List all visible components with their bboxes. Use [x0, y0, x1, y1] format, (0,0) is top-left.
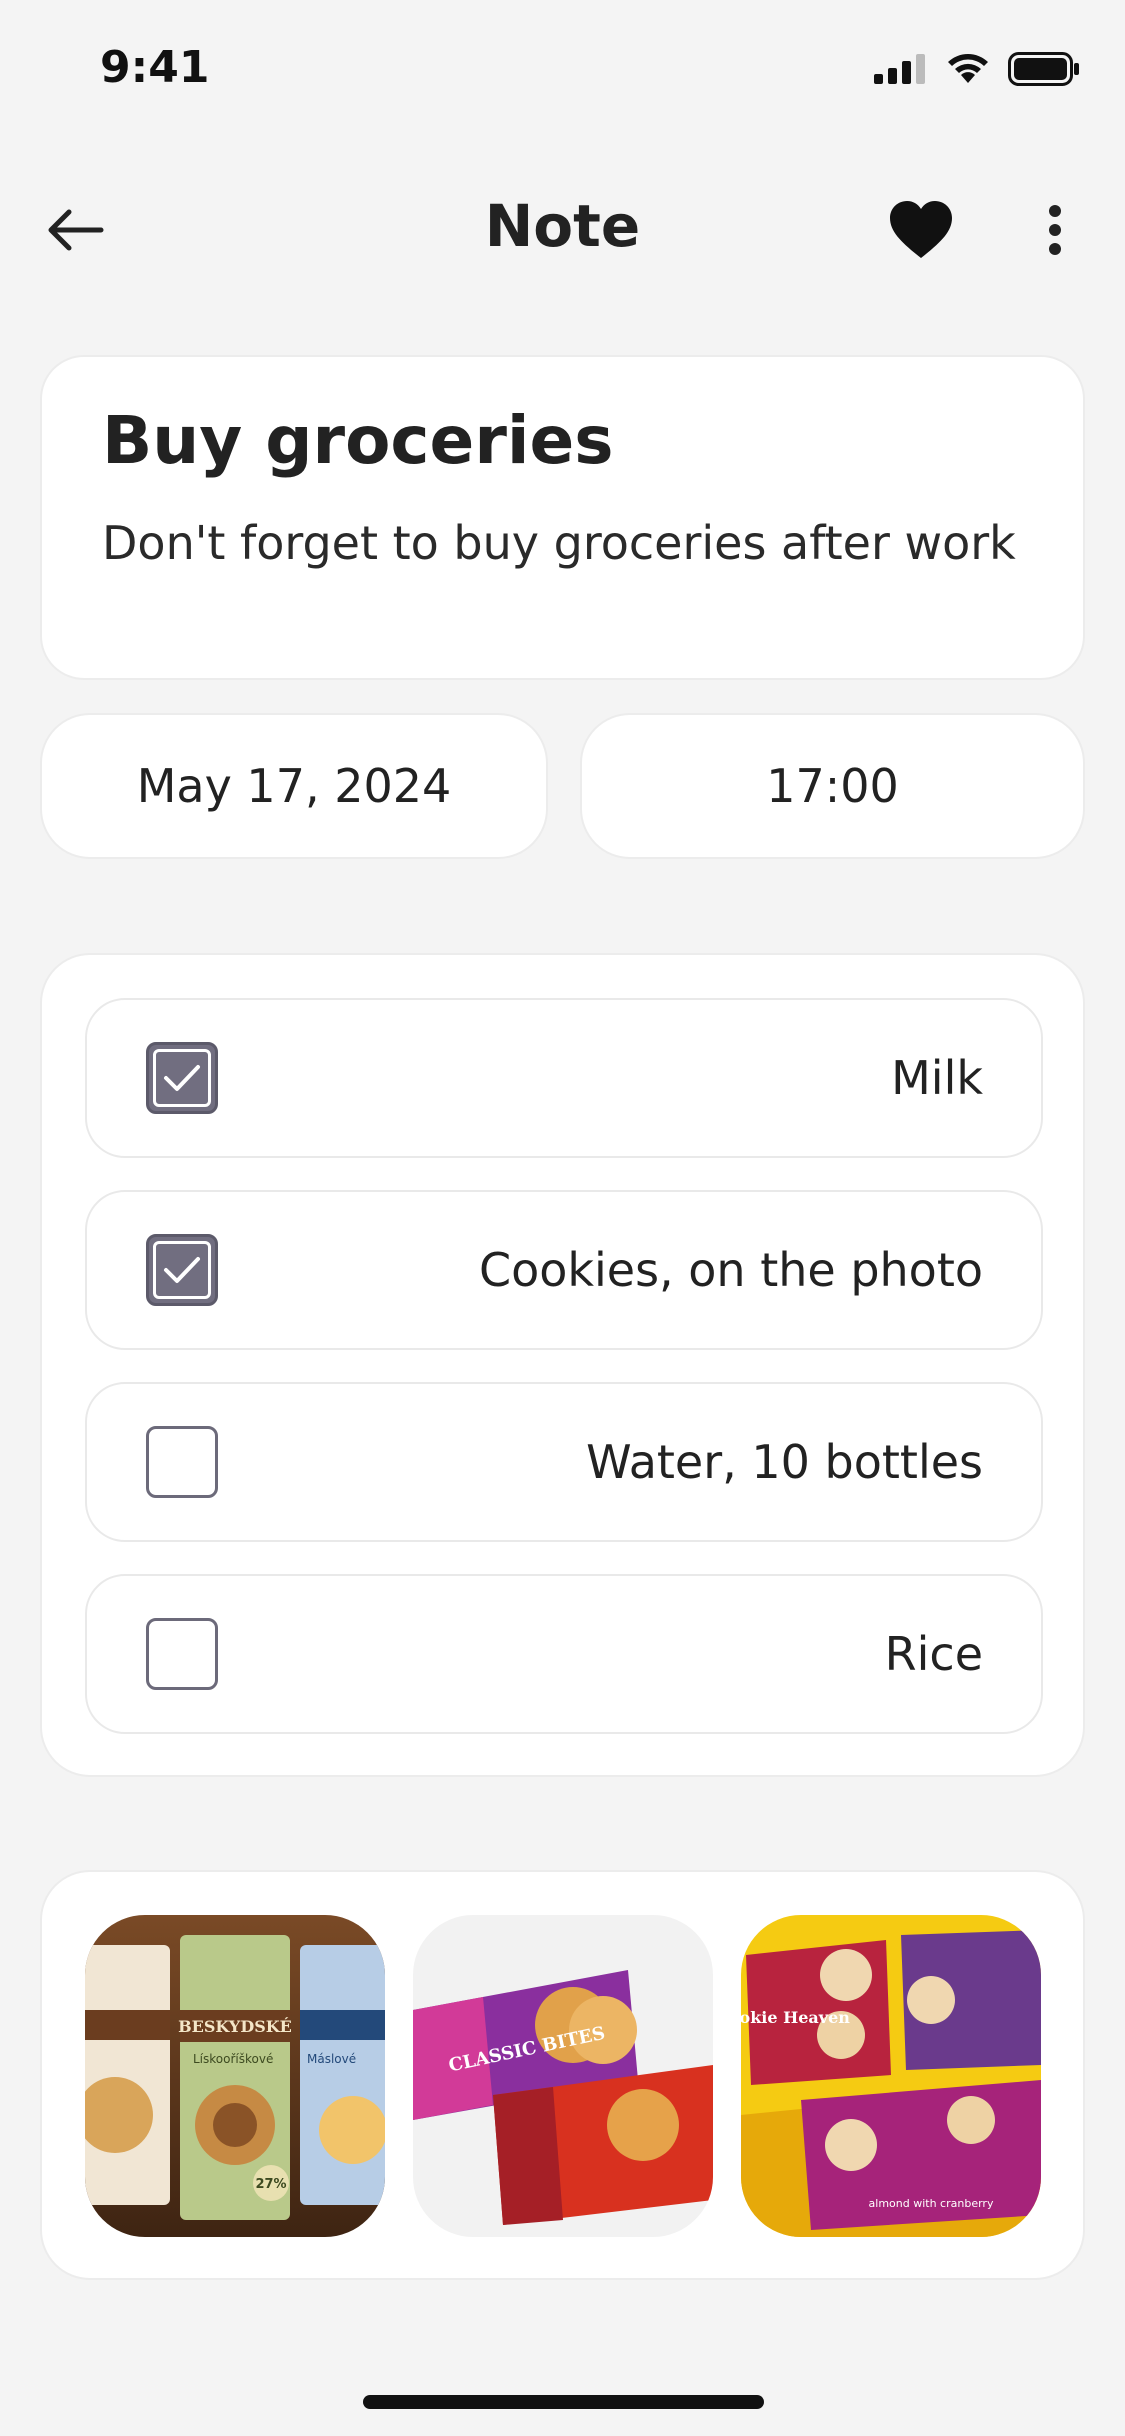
checkbox-unchecked[interactable]	[146, 1426, 218, 1498]
note-title[interactable]: Buy groceries	[102, 404, 1023, 478]
photo-thumbnail[interactable]: Cookie Heaven almond with cranberry	[741, 1915, 1041, 2237]
cookie-packs-photo: BESKYDSKÉ Lískooříškové 27% Máslové	[85, 1915, 385, 2237]
battery-icon	[1008, 52, 1079, 86]
checkbox-checked[interactable]	[146, 1042, 218, 1114]
photo-thumbnail[interactable]: BESKYDSKÉ Lískooříškové 27% Máslové	[85, 1915, 385, 2237]
status-icons	[874, 52, 1080, 86]
checklist-item-label: Milk	[891, 1051, 983, 1105]
checkbox-unchecked[interactable]	[146, 1618, 218, 1690]
checklist-item[interactable]: Cookies, on the photo	[85, 1190, 1043, 1350]
photo1-text-b: Máslové	[307, 2052, 356, 2066]
checkmark-icon	[164, 1257, 200, 1283]
note-card[interactable]: Buy groceries Don't forget to buy grocer…	[40, 355, 1085, 680]
note-description[interactable]: Don't forget to buy groceries after work	[102, 514, 1023, 573]
photo-thumbnail[interactable]: CLASSIC BITES	[413, 1915, 713, 2237]
status-time: 9:41	[100, 42, 210, 93]
checklist-item[interactable]: Rice	[85, 1574, 1043, 1734]
checklist: Milk Cookies, on the photo Water, 10 bot…	[40, 953, 1085, 1777]
checklist-item-label: Cookies, on the photo	[478, 1243, 983, 1297]
home-indicator	[363, 2395, 764, 2409]
checkbox-checked[interactable]	[146, 1234, 218, 1306]
wifi-icon	[948, 54, 988, 83]
photo1-badge: 27%	[255, 2177, 286, 2192]
more-vertical-icon	[1049, 205, 1061, 255]
heart-icon	[890, 201, 952, 258]
more-options-button[interactable]	[1030, 195, 1080, 265]
date-value: May 17, 2024	[136, 759, 452, 813]
checklist-item-label: Water, 10 bottles	[586, 1435, 983, 1489]
photo-gallery: BESKYDSKÉ Lískooříškové 27% Máslové CLAS…	[40, 1870, 1085, 2280]
signal-icon	[874, 54, 925, 84]
photo3-brand: Cookie Heaven	[741, 2008, 850, 2027]
time-value: 17:00	[766, 759, 899, 813]
date-field[interactable]: May 17, 2024	[40, 713, 548, 859]
status-bar: 9:41	[0, 0, 1125, 140]
favorite-button[interactable]	[885, 195, 957, 265]
checklist-item[interactable]: Water, 10 bottles	[85, 1382, 1043, 1542]
checkmark-icon	[164, 1065, 200, 1091]
cookie-heaven-photo: Cookie Heaven almond with cranberry	[741, 1915, 1041, 2237]
checklist-item-label: Rice	[884, 1627, 983, 1681]
photo3-sub: almond with cranberry	[869, 2197, 994, 2210]
checklist-item[interactable]: Milk	[85, 998, 1043, 1158]
time-field[interactable]: 17:00	[580, 713, 1085, 859]
photo1-text-a: Lískooříškové	[193, 2052, 273, 2066]
photo1-brand: BESKYDSKÉ	[178, 2016, 292, 2036]
biscuit-packs-photo: CLASSIC BITES	[413, 1915, 713, 2237]
nav-bar: Note	[0, 170, 1125, 290]
